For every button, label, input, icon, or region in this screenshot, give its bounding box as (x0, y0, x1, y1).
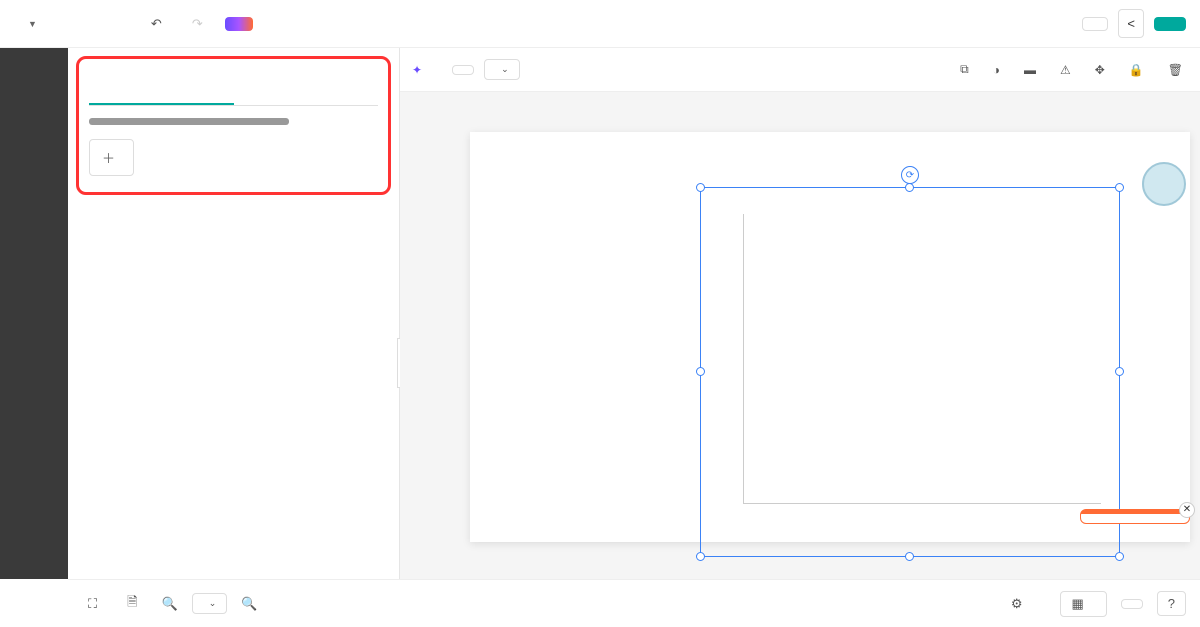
flip-icon: ⚠ (1060, 63, 1071, 77)
redo-icon: ↷ (192, 16, 203, 32)
document-icon: 🗎 (127, 593, 137, 615)
download-button[interactable] (1154, 17, 1186, 31)
resize-handle-sw[interactable] (696, 552, 705, 561)
edit-panel: ＋ ‹ (68, 48, 400, 579)
gear-icon: ⚙ (1011, 596, 1023, 612)
tab-data[interactable] (89, 83, 234, 105)
survey-header (1081, 510, 1189, 514)
lock-icon: 🔒 (1129, 63, 1144, 77)
resize-handle-ne[interactable] (1115, 183, 1124, 192)
ai-generate-button[interactable] (225, 17, 253, 31)
resize-handle-nw[interactable] (696, 183, 705, 192)
panel-title (79, 59, 388, 83)
survey-popup: ✕ (1080, 509, 1190, 524)
magic-icon[interactable]: ✦ (412, 63, 422, 77)
copy-button[interactable]: ⧉ (955, 59, 978, 80)
canvas-page[interactable]: ⟳ (470, 132, 1190, 542)
horizontal-scrollbar[interactable] (89, 118, 289, 125)
opacity-icon: ◑ (993, 63, 1000, 77)
align-button[interactable]: ✥ (1090, 60, 1114, 80)
resize-button[interactable]: ⚙ (1005, 592, 1033, 616)
language-selector[interactable]: ▼ (24, 19, 37, 29)
zoom-in-button[interactable]: 🔍 (241, 596, 257, 612)
opacity-button[interactable]: ◑ (988, 60, 1009, 80)
expand-icon: ⛶ (88, 596, 97, 612)
font-select[interactable] (452, 65, 474, 75)
resize-handle-s[interactable] (905, 552, 914, 561)
canvas[interactable]: ⟳ (400, 92, 1200, 579)
lock-button[interactable]: 🔒 (1124, 60, 1153, 80)
share-button[interactable] (1082, 17, 1108, 31)
zoom-out-button[interactable]: 🔍 (162, 596, 178, 612)
survey-close-button[interactable]: ✕ (1179, 502, 1195, 518)
selection-box[interactable]: ⟳ (700, 187, 1120, 557)
rotate-handle[interactable]: ⟳ (901, 166, 919, 184)
add-series-button[interactable]: ＋ (89, 139, 134, 176)
zoom-select[interactable]: ⌄ (192, 593, 228, 614)
flip-button[interactable]: ⚠ (1055, 60, 1080, 80)
mascot-avatar[interactable] (1142, 162, 1186, 206)
undo-icon: ↶ (151, 16, 162, 32)
page-select[interactable]: ▦ (1060, 591, 1106, 617)
font-size-select[interactable]: ⌄ (484, 59, 520, 80)
share-icon: < (1127, 16, 1135, 31)
help-button[interactable]: ? (1157, 591, 1186, 616)
plus-icon: ＋ (102, 148, 115, 167)
copy-icon: ⧉ (960, 62, 969, 77)
undo-button[interactable]: ↶ (143, 12, 174, 36)
share-link-button[interactable]: < (1118, 9, 1144, 38)
align-icon: ✥ (1095, 63, 1105, 77)
shadow-icon: ▬ (1024, 63, 1036, 77)
resize-handle-e[interactable] (1115, 367, 1124, 376)
preview-button[interactable]: ⛶ (82, 592, 107, 616)
finish-button[interactable]: 🗎 (121, 589, 147, 619)
tab-settings[interactable] (234, 83, 379, 105)
delete-button[interactable]: 🗑 (1163, 60, 1188, 80)
resize-handle-n[interactable] (905, 183, 914, 192)
layer-button[interactable] (1121, 599, 1143, 609)
resize-handle-se[interactable] (1115, 552, 1124, 561)
redo-button[interactable]: ↷ (184, 12, 215, 36)
bar-chart (721, 208, 1101, 538)
resize-handle-w[interactable] (696, 367, 705, 376)
trash-icon: 🗑 (1168, 63, 1183, 77)
menu-button[interactable] (87, 20, 103, 28)
book-icon: ▦ (1071, 596, 1083, 612)
left-sidebar (0, 48, 68, 579)
shadow-button[interactable]: ▬ (1019, 60, 1045, 80)
